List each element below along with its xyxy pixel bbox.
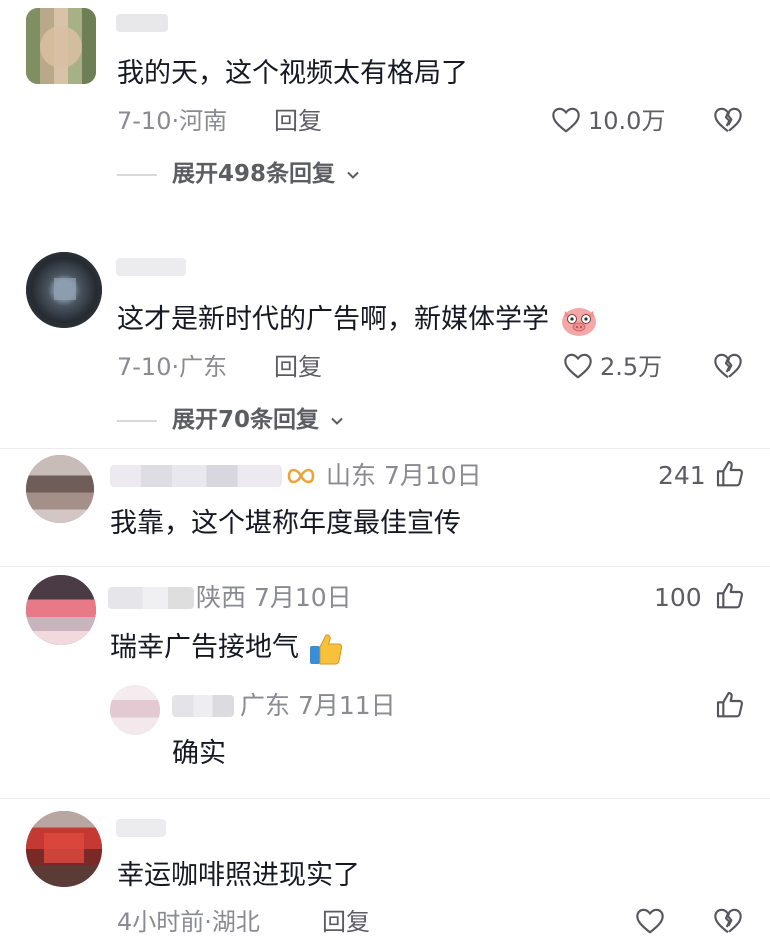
comment-text: 这才是新时代的广告啊，新媒体学学 bbox=[117, 302, 598, 338]
chevron-down-icon bbox=[329, 413, 345, 429]
broken-heart-icon bbox=[714, 107, 742, 133]
comment-text: 我靠，这个堪称年度最佳宣传 bbox=[110, 508, 461, 539]
separator: · bbox=[204, 908, 212, 936]
infinity-badge-icon bbox=[284, 463, 318, 489]
like-button[interactable] bbox=[714, 458, 746, 490]
like-button[interactable] bbox=[714, 689, 746, 721]
broken-heart-icon bbox=[714, 353, 742, 379]
username-placeholder[interactable] bbox=[108, 587, 194, 609]
comment-date: 7-10 bbox=[117, 353, 172, 381]
like-count: 100 bbox=[654, 583, 702, 612]
heart-outline-icon bbox=[564, 353, 592, 379]
dislike-button[interactable] bbox=[712, 905, 744, 937]
expand-divider bbox=[117, 174, 157, 176]
like-button[interactable] bbox=[714, 580, 746, 612]
like-count: 10.0万 bbox=[588, 107, 666, 135]
comment-time: 4小时前 bbox=[117, 908, 205, 936]
like-button[interactable] bbox=[550, 104, 582, 136]
expand-replies-button[interactable]: 展开70条回复 bbox=[172, 405, 345, 435]
expand-replies-label: 展开498条回复 bbox=[172, 161, 336, 187]
avatar[interactable] bbox=[110, 685, 160, 735]
like-count: 241 bbox=[658, 461, 706, 490]
separator: · bbox=[171, 353, 180, 381]
comment-item: 我的天，这个视频太有格局了 7-10·河南 回复 10.0万 展开498条回复 bbox=[0, 0, 770, 205]
dislike-button[interactable] bbox=[712, 104, 744, 136]
thumbs-up-icon bbox=[716, 691, 744, 718]
comment-text: 幸运咖啡照进现实了 bbox=[117, 860, 360, 891]
reply-button[interactable]: 回复 bbox=[322, 907, 370, 937]
username-placeholder[interactable] bbox=[110, 465, 282, 487]
thumbs-up-icon bbox=[716, 582, 744, 609]
avatar[interactable] bbox=[26, 252, 102, 328]
chevron-down-icon bbox=[345, 167, 361, 183]
broken-heart-icon bbox=[714, 908, 742, 934]
comment-location: 广东 bbox=[179, 353, 228, 381]
avatar[interactable] bbox=[26, 8, 96, 84]
username-placeholder[interactable] bbox=[116, 14, 168, 32]
comment-item: 陕西 7月10日 100 瑞幸广告接地气 广东 7月11日 确实 bbox=[0, 567, 770, 797]
expand-divider bbox=[117, 420, 157, 422]
dislike-button[interactable] bbox=[712, 350, 744, 382]
heart-outline-icon bbox=[552, 107, 580, 133]
comment-text-content: 这才是新时代的广告啊，新媒体学学 bbox=[117, 304, 549, 335]
reply-item: 广东 7月11日 确实 bbox=[0, 679, 770, 789]
username-placeholder[interactable] bbox=[116, 258, 186, 276]
comment-date: 7-10 bbox=[117, 107, 172, 135]
expand-replies-label: 展开70条回复 bbox=[172, 407, 320, 433]
comment-item: 幸运咖啡照进现实了 4小时前·湖北 回复 bbox=[0, 799, 770, 952]
comment-meta: 山东 7月10日 bbox=[326, 461, 482, 490]
comment-location: 河南 bbox=[179, 107, 228, 135]
reply-button[interactable]: 回复 bbox=[274, 352, 322, 382]
comment-meta: 7-10·河南 bbox=[117, 106, 227, 136]
reply-button[interactable]: 回复 bbox=[274, 106, 322, 136]
thumbs-up-icon bbox=[716, 460, 744, 487]
comment-text-content: 瑞幸广告接地气 bbox=[110, 632, 299, 663]
reply-meta: 广东 7月11日 bbox=[240, 691, 396, 720]
comment-text: 瑞幸广告接地气 bbox=[110, 630, 344, 667]
username-placeholder[interactable] bbox=[116, 819, 166, 837]
like-count: 2.5万 bbox=[600, 353, 663, 381]
comment-meta: 7-10·广东 bbox=[117, 352, 227, 382]
comment-meta: 4小时前·湖北 bbox=[117, 907, 260, 937]
expand-replies-button[interactable]: 展开498条回复 bbox=[172, 159, 361, 189]
avatar[interactable] bbox=[26, 575, 96, 645]
comment-item: 这才是新时代的广告啊，新媒体学学 7-10·广东 回复 2.5万 展开70条回复 bbox=[0, 240, 770, 450]
separator: · bbox=[171, 107, 180, 135]
heart-outline-icon bbox=[636, 908, 664, 934]
avatar[interactable] bbox=[26, 811, 102, 887]
like-button[interactable] bbox=[562, 350, 594, 382]
avatar[interactable] bbox=[26, 455, 94, 523]
comment-text: 我的天，这个视频太有格局了 bbox=[117, 58, 468, 89]
comment-meta: 陕西 7月10日 bbox=[196, 583, 352, 612]
username-placeholder[interactable] bbox=[172, 695, 234, 717]
like-button[interactable] bbox=[634, 905, 666, 937]
comment-location: 湖北 bbox=[211, 908, 260, 936]
reply-text: 确实 bbox=[172, 738, 226, 769]
thumbs-up-emoji-icon bbox=[308, 631, 344, 667]
pig-emoji-icon bbox=[560, 304, 598, 338]
comment-item: 山东 7月10日 241 我靠，这个堪称年度最佳宣传 bbox=[0, 449, 770, 567]
